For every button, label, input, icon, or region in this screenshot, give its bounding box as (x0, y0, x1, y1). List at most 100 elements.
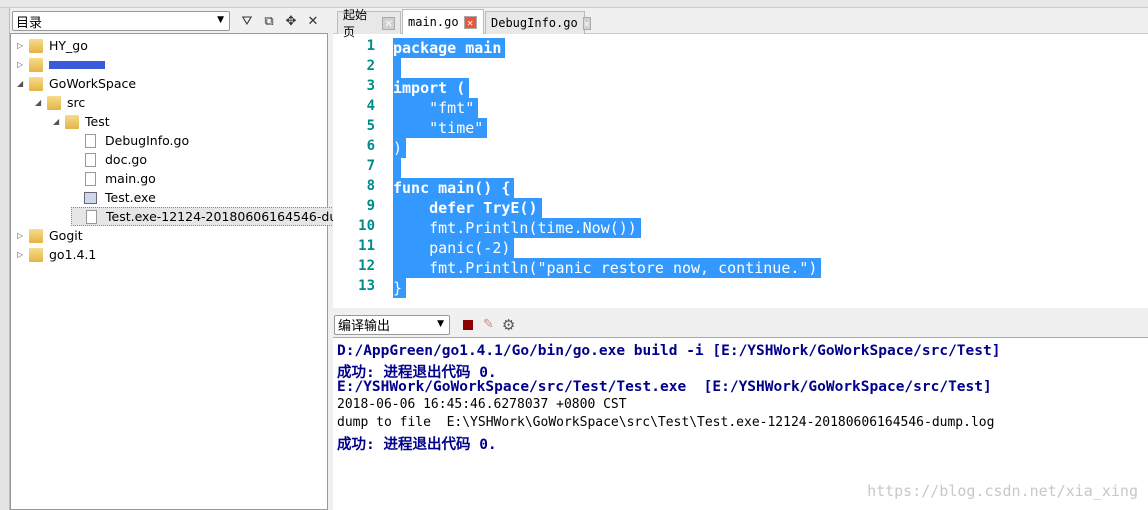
code-line[interactable]: } (393, 278, 407, 298)
collapse-icon[interactable]: ◢ (17, 79, 29, 88)
tree-item-label: DebugInfo.go (105, 133, 190, 148)
code-line[interactable]: import ( (393, 78, 470, 98)
expand-icon[interactable]: ▷ (17, 41, 29, 50)
tree-item[interactable]: DebugInfo.go (71, 131, 189, 150)
file-icon (85, 171, 96, 186)
close-tab-icon[interactable]: ✕ (382, 16, 395, 30)
folder-icon (65, 114, 79, 129)
tree-item[interactable]: ◢ Test (53, 112, 110, 131)
tree-item-label: Test (85, 114, 110, 129)
line-number: 1 (366, 38, 375, 54)
sync-icon[interactable]: ✥ (280, 14, 302, 29)
close-tab-icon[interactable]: ✕ (463, 15, 477, 29)
folder-icon (29, 247, 43, 262)
line-number: 9 (366, 198, 375, 214)
folder-icon (47, 95, 61, 110)
tab-2[interactable]: DebugInfo.go ✕ (485, 11, 591, 34)
tree-item-label: doc.go (105, 152, 148, 167)
code-text: fmt.Println("panic restore now, continue… (393, 259, 818, 277)
tree-view-dropdown[interactable]: 目录 ▼ (12, 11, 230, 31)
tab-label: DebugInfo.go (491, 16, 578, 30)
close-tab-icon[interactable]: ✕ (582, 16, 591, 30)
filter-icon[interactable]: ⛛ (236, 14, 258, 29)
line-number: 5 (366, 118, 375, 134)
folder-icon (29, 228, 43, 243)
line-number: 13 (358, 278, 375, 294)
tree-item-label: Gogit (49, 228, 83, 243)
code-line[interactable]: defer TryE() (393, 198, 542, 218)
code-text: func main() { (393, 179, 511, 197)
output-line: dump to file E:\YSHWork\GoWorkSpace\src\… (337, 415, 995, 430)
close-icon[interactable]: ✕ (302, 14, 324, 29)
tree-item[interactable]: ▷ go1.4.1 (17, 245, 96, 264)
code-line[interactable]: func main() { (393, 178, 515, 198)
code-text: "fmt" (393, 99, 475, 117)
code-text: fmt.Println(time.Now()) (393, 219, 637, 237)
code-line[interactable]: "fmt" (393, 98, 479, 118)
code-line[interactable]: fmt.Println("panic restore now, continue… (393, 258, 822, 278)
collapse-icon[interactable]: ◢ (35, 98, 47, 107)
code-text: import ( (393, 79, 466, 97)
tree-item[interactable]: Test.exe (71, 188, 156, 207)
tree-item[interactable]: ◢ src (35, 93, 85, 112)
clear-icon[interactable]: ✎ (483, 317, 494, 332)
code-line[interactable] (393, 58, 401, 78)
stop-icon[interactable] (463, 319, 473, 330)
line-number: 7 (366, 158, 375, 174)
executable-icon (84, 191, 97, 204)
tree-item-label: Test.exe-12124-20180606164546-dump (106, 209, 358, 224)
code-editor[interactable]: 起始页 ✕ main.go ✕ DebugInfo.go ✕ 1 2 3 4 5 6 7 8 9 10 11 1… (333, 8, 1148, 308)
code-line[interactable]: panic(-2) (393, 238, 515, 258)
tree-item-label: go1.4.1 (49, 247, 97, 262)
side-tab-strip[interactable] (0, 8, 10, 510)
tab-0[interactable]: 起始页 ✕ (337, 8, 401, 39)
folder-icon (29, 57, 43, 72)
output-line: 2018-06-06 16:45:46.6278037 +0800 CST (337, 397, 627, 412)
output-line: 成功: 进程退出代码 0. (337, 437, 497, 453)
line-number: 10 (358, 218, 375, 234)
tree-item[interactable]: Test.exe-12124-20180606164546-dump (71, 207, 359, 226)
output-line: D:/AppGreen/go1.4.1/Go/bin/go.exe build … (337, 343, 1001, 359)
tree-item[interactable]: ▷ (17, 55, 105, 74)
line-number: 6 (366, 138, 375, 154)
expand-icon[interactable]: ▷ (17, 231, 29, 240)
code-line[interactable] (393, 158, 401, 178)
line-number: 3 (366, 78, 375, 94)
tree-item[interactable]: doc.go (71, 150, 147, 169)
redacted-label (49, 60, 105, 69)
code-text: panic(-2) (393, 239, 511, 257)
split-icon[interactable]: ⧉ (258, 14, 280, 29)
code-text: defer TryE() (393, 199, 538, 217)
tree-item-label: GoWorkSpace (49, 76, 137, 91)
code-line[interactable]: "time" (393, 118, 488, 138)
tree-item[interactable]: ▷ HY_go (17, 36, 88, 55)
tree-item-label: main.go (105, 171, 156, 186)
file-icon (85, 152, 96, 167)
expand-icon[interactable]: ▷ (17, 60, 29, 69)
tab-label: main.go (408, 15, 459, 29)
main-toolbar (0, 0, 1148, 8)
code-text: package main (393, 39, 502, 57)
output-toolbar: 编译输出 ▼ ✎ ⚙ (333, 312, 1148, 337)
tree-item[interactable]: main.go (71, 169, 156, 188)
code-line[interactable]: fmt.Println(time.Now()) (393, 218, 641, 238)
code-line[interactable]: ) (393, 138, 407, 158)
chevron-down-icon: ▼ (217, 15, 224, 25)
line-number: 2 (366, 58, 375, 74)
project-tree-panel: 目录 ▼ ⛛ ⧉ ✥ ✕ ▷ HY_go ▷ ◢ GoWorkSpace ◢ src ◢ Test… (10, 8, 359, 510)
line-number: 12 (358, 258, 375, 274)
code-line[interactable]: package main (393, 38, 506, 58)
tree-item[interactable]: ◢ GoWorkSpace (17, 74, 136, 93)
output-type-dropdown[interactable]: 编译输出 ▼ (334, 314, 450, 335)
line-number: 11 (358, 238, 375, 254)
tree-item-label: src (67, 95, 86, 110)
tab-1[interactable]: main.go ✕ (402, 9, 484, 34)
line-number: 8 (366, 178, 375, 194)
expand-icon[interactable]: ▷ (17, 250, 29, 259)
collapse-icon[interactable]: ◢ (53, 117, 65, 126)
tree-item[interactable]: ▷ Gogit (17, 226, 83, 245)
code-text: ) (393, 139, 403, 157)
gear-icon[interactable]: ⚙ (502, 316, 515, 334)
code-text: "time" (393, 119, 484, 137)
tree-item-label: Test.exe (105, 190, 156, 205)
